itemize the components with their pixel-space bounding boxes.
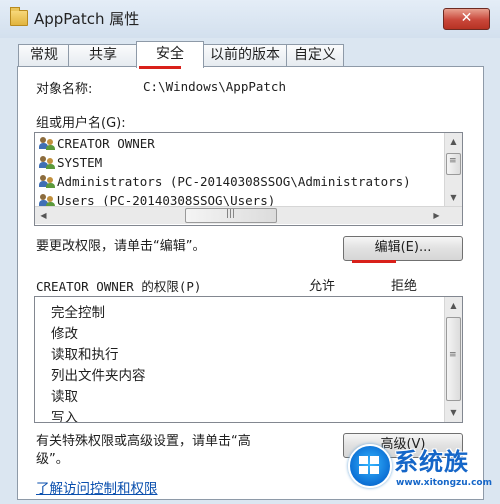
users-listbox[interactable]: CREATOR OWNER SYSTEM Administrators (PC-…	[34, 132, 463, 226]
scroll-down-icon[interactable]: ▼	[445, 189, 462, 206]
watermark-url: www.xitongzu.com	[396, 478, 492, 488]
advanced-hint-line2: 级”。	[36, 452, 69, 467]
users-icon	[39, 155, 55, 169]
object-name-value: C:\Windows\AppPatch	[143, 79, 286, 94]
close-button[interactable]: ✕	[443, 8, 490, 30]
scroll-thumb[interactable]: ≡	[446, 153, 461, 175]
access-control-help-link[interactable]: 了解访问控制和权限	[36, 477, 158, 497]
permissions-header: CREATOR OWNER 的权限(P)	[36, 279, 202, 294]
grip-icon: ≡	[449, 156, 457, 166]
permission-row: 读取	[51, 389, 78, 405]
users-icon	[39, 193, 55, 207]
users-icon	[39, 136, 55, 150]
tab-general[interactable]: 常规	[18, 44, 70, 66]
tab-highlight-mark	[139, 66, 181, 69]
scroll-up-icon[interactable]: ▲	[445, 133, 462, 150]
scroll-left-icon[interactable]: ◀	[35, 207, 52, 224]
object-name-label: 对象名称:	[36, 82, 93, 97]
permission-row: 列出文件夹内容	[51, 368, 146, 384]
users-list-label: 组或用户名(G):	[36, 116, 126, 131]
tab-sharing[interactable]: 共享	[68, 44, 138, 66]
scroll-thumb[interactable]: ≡	[446, 317, 461, 401]
list-item[interactable]: CREATOR OWNER	[39, 136, 155, 155]
watermark-title: 系统族	[394, 448, 469, 476]
site-watermark: 系统族 www.xitongzu.com	[342, 438, 500, 504]
edit-hint: 要更改权限，请单击“编辑”。	[36, 239, 206, 254]
edit-highlight-mark	[352, 260, 396, 263]
tab-previous-versions[interactable]: 以前的版本	[202, 44, 288, 66]
window-title: AppPatch 属性	[34, 10, 140, 28]
folder-icon	[10, 7, 28, 26]
scroll-thumb[interactable]: |||	[185, 208, 277, 223]
scroll-right-icon[interactable]: ▶	[428, 207, 445, 224]
permissions-vertical-scrollbar[interactable]: ▲ ≡ ▼	[444, 297, 462, 422]
advanced-hint-line1: 有关特殊权限或高级设置，请单击“高	[36, 434, 251, 449]
deny-column-header: 拒绝	[391, 279, 418, 294]
permission-row: 读取和执行	[51, 347, 119, 363]
list-item[interactable]: Administrators (PC-20140308SSOG\Administ…	[39, 174, 411, 193]
list-item[interactable]: SYSTEM	[39, 155, 102, 174]
users-horizontal-scrollbar[interactable]: ◀ ||| ▶	[35, 206, 462, 224]
edit-button[interactable]: 编辑(E)...	[343, 236, 463, 261]
grip-icon: |||	[226, 209, 236, 219]
permissions-listbox: 完全控制 修改 读取和执行 列出文件夹内容 读取 写入 ▲ ≡ ▼	[34, 296, 463, 423]
allow-column-header: 允许	[309, 279, 336, 294]
permission-row: 写入	[51, 410, 78, 423]
grip-icon: ≡	[449, 350, 457, 360]
users-icon	[39, 174, 55, 188]
windows-logo-icon	[348, 444, 392, 488]
title-bar[interactable]: AppPatch 属性 ✕	[0, 0, 500, 38]
permission-row: 完全控制	[51, 305, 105, 321]
scroll-up-icon[interactable]: ▲	[445, 297, 462, 314]
permission-row: 修改	[51, 326, 78, 342]
users-vertical-scrollbar[interactable]: ▲ ≡ ▼	[444, 133, 462, 206]
tab-security[interactable]: 安全	[136, 41, 204, 68]
tab-customize[interactable]: 自定义	[286, 44, 344, 66]
scroll-down-icon[interactable]: ▼	[445, 404, 462, 421]
